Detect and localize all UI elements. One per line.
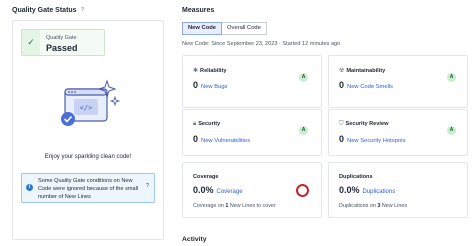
duplications-foot-prefix: Duplications on <box>339 203 376 209</box>
security-review-title-text: Security Review <box>345 121 389 127</box>
shield-icon: ⛉ <box>339 121 344 127</box>
reliability-grade[interactable]: A <box>299 73 308 82</box>
security-title: 🔒︎ Security <box>193 121 220 128</box>
coverage-ring <box>296 184 309 197</box>
security-review-value[interactable]: 0 New Security Hotspots <box>339 134 406 144</box>
quality-gate-label: Quality Gate <box>46 35 77 41</box>
maintainability-grade[interactable]: A <box>447 73 456 82</box>
quality-gate-title: Quality Gate Status? <box>12 7 86 14</box>
clean-code-message: Enjoy your sparkling clean code! <box>44 154 132 160</box>
reliability-value[interactable]: 0 New Bugs <box>193 80 227 90</box>
security-review-grade[interactable]: A <box>447 126 456 135</box>
reliability-label: New Bugs <box>201 84 228 90</box>
duplications-card: Duplications 0.0% Duplications Duplicatio… <box>328 162 468 218</box>
duplications-foot-count[interactable]: 3 <box>377 203 380 209</box>
tab-overall-code[interactable]: Overall Code <box>222 22 267 35</box>
reliability-count: 0 <box>193 80 199 90</box>
reliability-title-text: Reliability <box>200 68 227 74</box>
new-code-period: New Code: Since September 23, 2023 · Sta… <box>182 41 341 47</box>
security-review-card: ⛉ Security Review 0 New Security Hotspots … <box>328 109 468 156</box>
duplications-percent: 0.0% <box>339 185 360 195</box>
quality-gate-title-text: Quality Gate Status <box>12 7 77 14</box>
duplications-value[interactable]: 0.0% Duplications <box>339 185 395 195</box>
coverage-title: Coverage <box>193 174 219 180</box>
svg-text:</>: </> <box>80 104 93 112</box>
ignored-conditions-notice: i Some Quality Gate conditions on New Co… <box>21 173 155 203</box>
security-value[interactable]: 0 New Vulnerabilities <box>193 134 250 144</box>
question-icon[interactable]: ? <box>146 183 149 189</box>
coverage-value[interactable]: 0.0% Coverage <box>193 185 243 195</box>
quality-gate-status: Passed <box>46 43 78 53</box>
security-review-title: ⛉ Security Review <box>339 121 388 128</box>
reliability-title: ✱ Reliability <box>193 67 226 74</box>
notice-text: Some Quality Gate conditions on New Code… <box>38 178 139 200</box>
tab-new-code[interactable]: New Code <box>182 22 223 35</box>
clean-code-illustration: </> <box>61 79 121 126</box>
lock-icon: 🔒︎ <box>193 121 197 127</box>
security-count: 0 <box>193 134 199 144</box>
coverage-card: Coverage 0.0% Coverage Coverage on 1 New … <box>182 162 322 218</box>
security-title-text: Security <box>198 121 221 127</box>
coverage-foot-suffix: New Lines to cover <box>229 203 276 209</box>
maintainability-card: ☢ Maintainability 0 New Code Smells A <box>328 55 468 108</box>
bug-icon: ✱ <box>193 68 199 74</box>
quality-gate-card: ✓ Quality Gate Passed <box>21 29 105 56</box>
coverage-foot-count[interactable]: 1 <box>225 203 228 209</box>
coverage-footnote: Coverage on 1 New Lines to cover <box>193 203 276 209</box>
maintainability-label: New Code Smells <box>347 84 394 90</box>
measures-title: Measures <box>182 7 215 14</box>
security-grade[interactable]: A <box>299 126 308 135</box>
duplications-footnote: Duplications on 3 New Lines <box>339 203 407 209</box>
check-icon: ✓ <box>22 30 40 55</box>
security-review-count: 0 <box>339 134 345 144</box>
maintainability-title-text: Maintainability <box>346 68 386 74</box>
maintainability-title: ☢ Maintainability <box>339 67 385 74</box>
duplications-label: Duplications <box>362 189 396 195</box>
code-tabs: New Code Overall Code <box>182 22 267 35</box>
activity-title: Activity <box>182 236 207 243</box>
security-review-label: New Security Hotspots <box>347 138 406 144</box>
coverage-label: Coverage <box>216 189 243 195</box>
security-label: New Vulnerabilities <box>201 138 251 144</box>
quality-gate-panel: ✓ Quality Gate Passed </> Enjoy your spa… <box>12 20 164 240</box>
maintainability-count: 0 <box>339 80 345 90</box>
code-smell-icon: ☢ <box>339 68 345 74</box>
coverage-foot-prefix: Coverage on <box>193 203 224 209</box>
reliability-card: ✱ Reliability 0 New Bugs A <box>182 55 322 108</box>
security-card: 🔒︎ Security 0 New Vulnerabilities A <box>182 109 322 156</box>
info-icon: i <box>26 184 33 191</box>
maintainability-value[interactable]: 0 New Code Smells <box>339 80 393 90</box>
duplications-foot-suffix: New Lines <box>381 203 408 209</box>
question-icon[interactable]: ? <box>80 7 86 13</box>
coverage-percent: 0.0% <box>193 185 214 195</box>
duplications-title: Duplications <box>339 174 373 180</box>
